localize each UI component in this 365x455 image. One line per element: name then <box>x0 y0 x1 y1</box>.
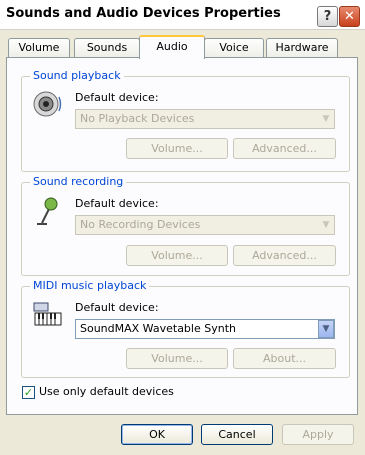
sound-playback-title: Sound playback <box>30 69 124 82</box>
recording-default-label: Default device: <box>75 197 159 210</box>
close-icon: ✕ <box>344 9 355 24</box>
close-button[interactable]: ✕ <box>339 6 360 27</box>
playback-device-select[interactable]: No Playback Devices ▼ <box>75 109 335 129</box>
midi-device-value: SoundMAX Wavetable Synth <box>80 322 236 335</box>
cancel-button[interactable]: Cancel <box>201 424 273 445</box>
apply-button[interactable]: Apply <box>282 424 354 445</box>
playback-device-value: No Playback Devices <box>80 112 195 125</box>
tab-volume[interactable]: Volume <box>8 38 70 58</box>
playback-default-label: Default device: <box>75 91 159 104</box>
help-icon: ? <box>323 9 332 24</box>
recording-advanced-button[interactable]: Advanced... <box>233 245 336 266</box>
midi-about-button[interactable]: About... <box>233 348 336 369</box>
midi-playback-title: MIDI music playback <box>30 279 150 292</box>
midi-device-select[interactable]: SoundMAX Wavetable Synth ▼ <box>75 319 335 339</box>
tab-voice[interactable]: Voice <box>204 38 264 58</box>
title-bar: Sounds and Audio Devices Properties ? ✕ <box>0 0 365 30</box>
tab-strip: Volume Sounds Audio Voice Hardware <box>6 35 358 59</box>
recording-device-value: No Recording Devices <box>80 218 201 231</box>
tab-audio[interactable]: Audio <box>139 35 205 59</box>
use-default-devices-checkbox[interactable]: ✓ <box>22 386 35 399</box>
midi-volume-button[interactable]: Volume... <box>126 348 228 369</box>
sound-recording-group: Sound recording Default device: No Recor… <box>21 175 350 276</box>
midi-keyboard-icon <box>33 302 62 326</box>
tab-sounds[interactable]: Sounds <box>74 38 140 58</box>
playback-advanced-button[interactable]: Advanced... <box>233 138 336 159</box>
midi-default-label: Default device: <box>75 301 159 314</box>
audio-tab-panel: Sound playback Default device: No Playba… <box>6 57 358 415</box>
use-default-devices-label[interactable]: Use only default devices <box>39 385 174 398</box>
recording-device-select[interactable]: No Recording Devices ▼ <box>75 215 335 235</box>
checkmark-icon: ✓ <box>23 386 34 399</box>
chevron-down-icon: ▼ <box>322 220 330 230</box>
sound-playback-group: Sound playback Default device: No Playba… <box>21 69 350 172</box>
microphone-icon <box>37 197 58 225</box>
chevron-down-icon[interactable]: ▼ <box>318 320 334 338</box>
tab-hardware[interactable]: Hardware <box>266 38 338 58</box>
recording-volume-button[interactable]: Volume... <box>126 245 228 266</box>
playback-volume-button[interactable]: Volume... <box>126 138 228 159</box>
sound-recording-title: Sound recording <box>30 175 127 188</box>
speaker-icon <box>33 91 62 117</box>
help-button[interactable]: ? <box>317 6 338 27</box>
midi-playback-group: MIDI music playback Default device: Soun… <box>21 279 350 378</box>
chevron-down-icon: ▼ <box>322 114 330 124</box>
ok-button[interactable]: OK <box>121 424 193 445</box>
window-title: Sounds and Audio Devices Properties <box>6 6 281 21</box>
